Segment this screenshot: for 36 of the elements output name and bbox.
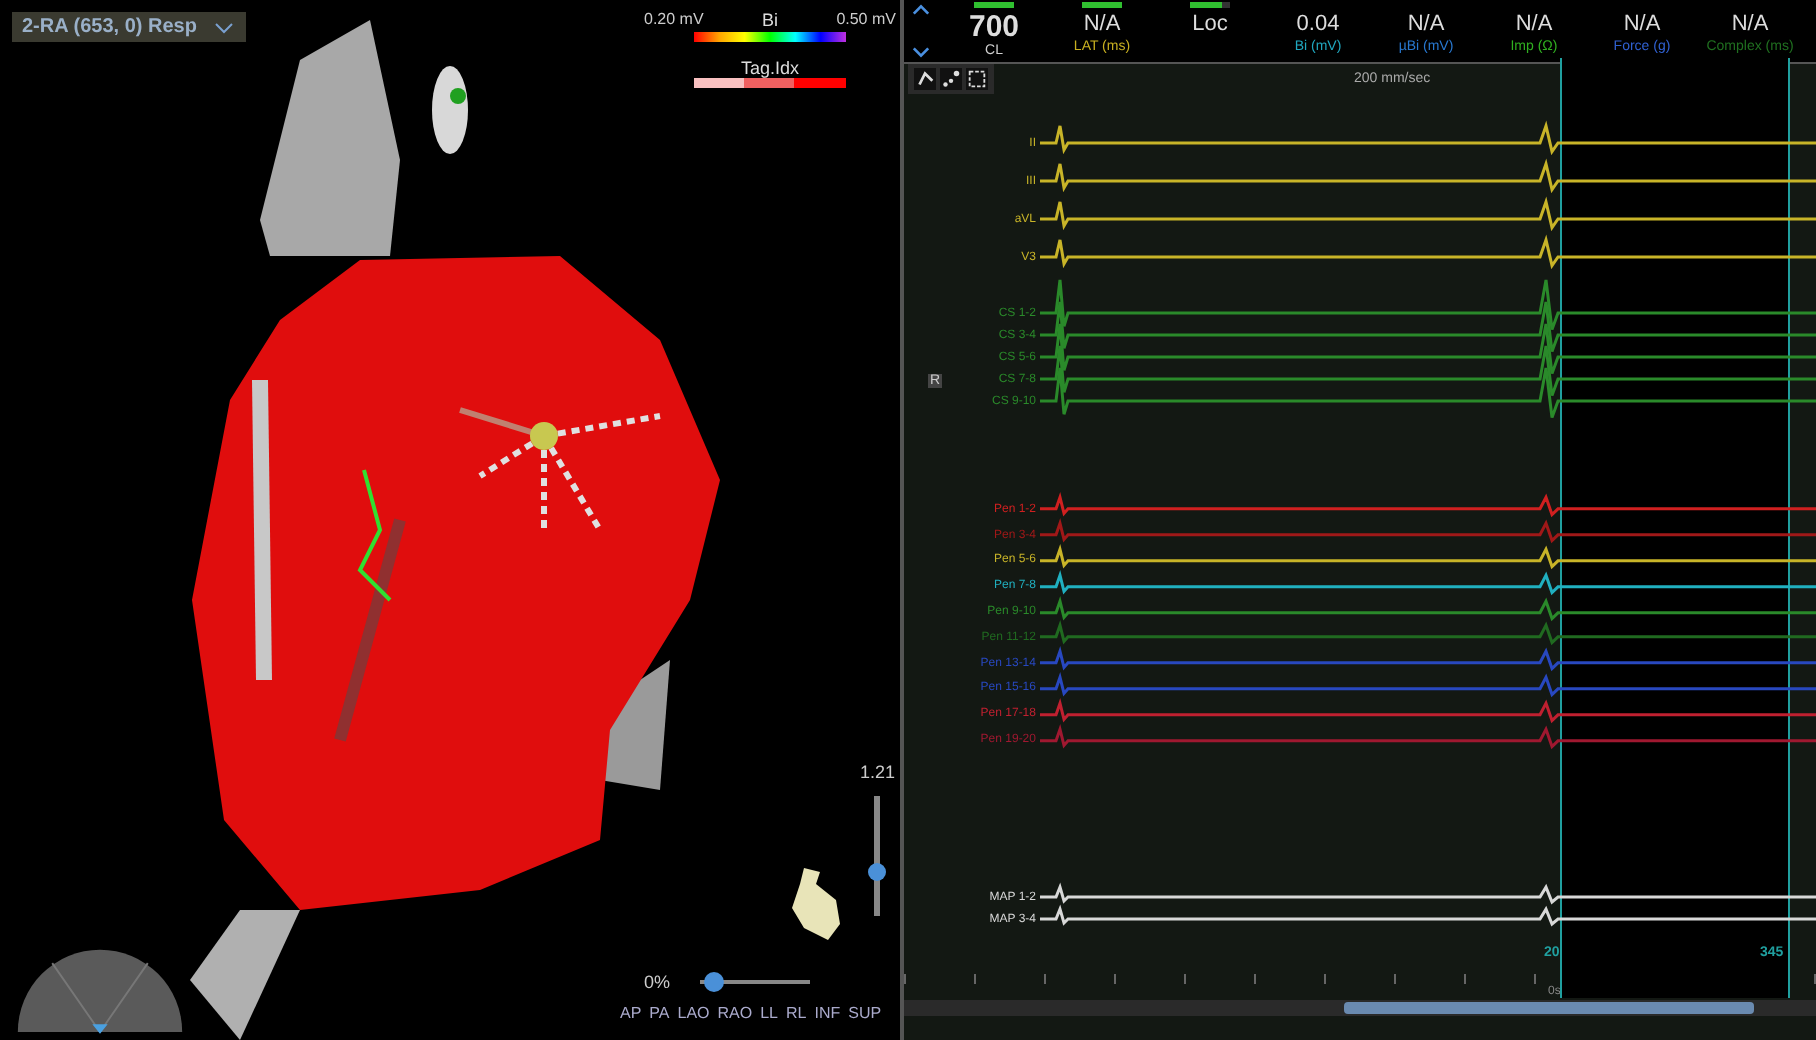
measurement-value: Loc [1192, 12, 1228, 38]
frame-icon[interactable] [966, 68, 988, 91]
view-button[interactable]: RAO [713, 1004, 757, 1022]
measurement-value: 700 [968, 12, 1020, 42]
signal-bar [1190, 2, 1230, 8]
legend-name: Bi [761, 10, 778, 30]
opacity-value: 0% [644, 972, 671, 992]
tag-legend-label: Tag.Idx [740, 58, 800, 78]
scrollbar[interactable] [904, 1000, 1816, 1016]
view-button[interactable]: AP [616, 1004, 646, 1022]
signal-bar [1082, 2, 1122, 8]
view-button[interactable]: SUP [844, 1004, 886, 1022]
points-icon[interactable] [940, 68, 962, 91]
zoom-value: 1.21 [860, 762, 896, 782]
down-chevron-icon[interactable] [912, 45, 930, 58]
pointer-icon[interactable] [914, 68, 936, 91]
measurement-value: N/A [1731, 12, 1769, 38]
measurement-value: N/A [1515, 12, 1553, 38]
up-chevron-icon[interactable] [912, 4, 930, 16]
measurement-value: N/A [1083, 12, 1121, 38]
view-button[interactable]: PA [645, 1004, 674, 1022]
legend-min: 0.20 mV [644, 10, 704, 30]
measurement-value: N/A [1623, 12, 1661, 38]
map-title[interactable]: 2-RA (653, 0) Resp [12, 12, 247, 42]
view-button[interactable]: RL [782, 1004, 811, 1022]
signal-bar [974, 2, 1014, 8]
view-button[interactable]: LAO [673, 1004, 714, 1022]
view-button[interactable]: LL [756, 1004, 783, 1022]
view-button[interactable]: INF [810, 1004, 845, 1022]
zoom-slider[interactable] [874, 796, 880, 916]
tissue-drawing [190, 910, 300, 1040]
measurement-value: 0.04 [1296, 12, 1340, 38]
measurement-value: N/A [1407, 12, 1445, 38]
legend-max: 0.50 mV [836, 10, 896, 30]
electrode-icon [432, 66, 468, 154]
dropdown-icon [212, 19, 237, 35]
